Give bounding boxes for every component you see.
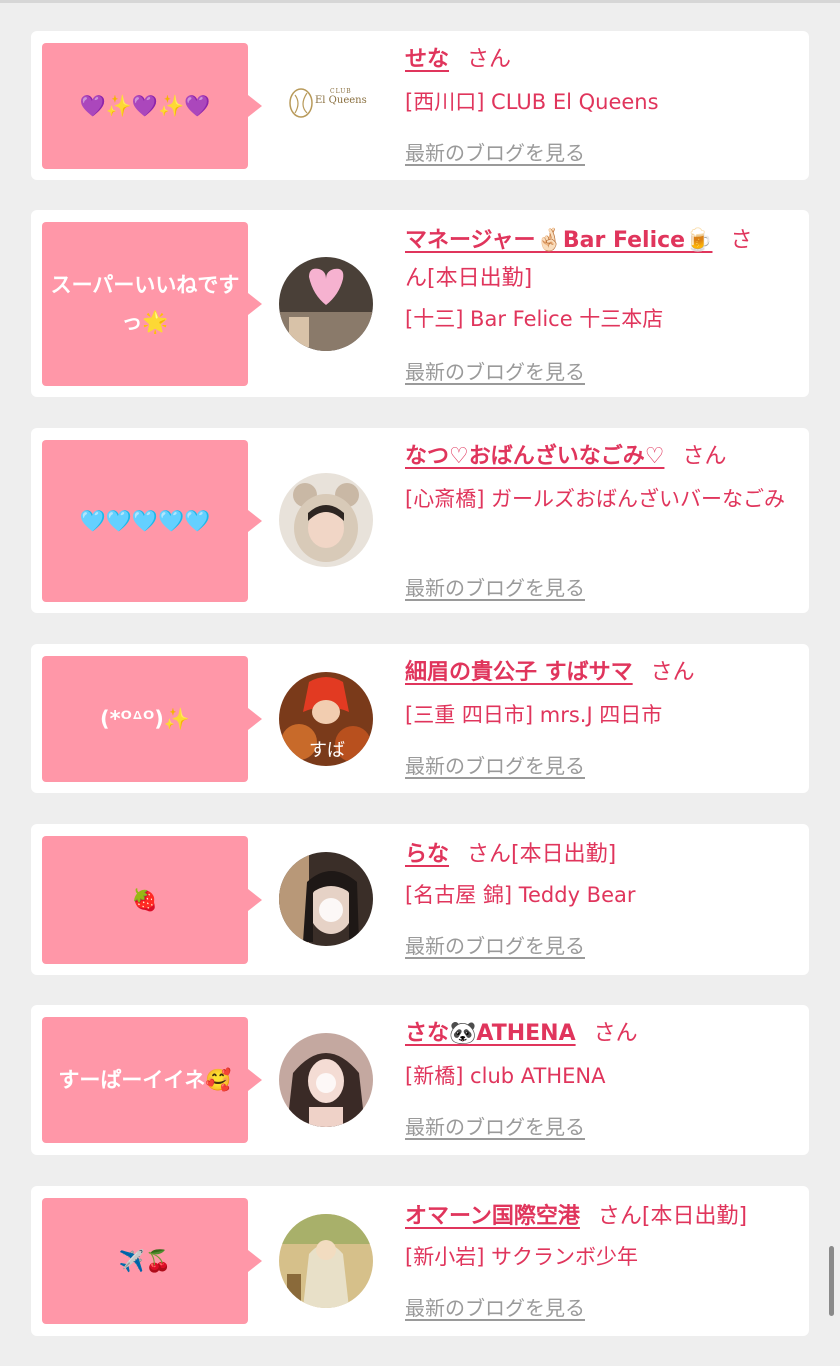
shop-name: [名古屋 錦] Teddy Bear bbox=[405, 883, 636, 907]
comment-text: (*ᴼᐞᴼ)✨ bbox=[100, 706, 190, 731]
logo-text-top: CLUB bbox=[330, 88, 352, 95]
name-line: なつ♡おばんざいなごみ♡ さん bbox=[405, 438, 793, 476]
latest-blog-link[interactable]: 最新のブログを見る bbox=[405, 572, 585, 601]
favorite-card: 🍓 らな さん[本日出勤] [名古屋 錦] Teddy Bear 最新のブログを見… bbox=[31, 824, 809, 975]
comment-bubble: ✈️🍒 bbox=[42, 1198, 262, 1324]
honorific: さん bbox=[593, 1021, 638, 1046]
favorite-card: (*ᴼᐞᴼ)✨ すば 細眉の貴公子 すばサマ さん [三重 四日市] mrs.J … bbox=[31, 644, 809, 793]
latest-blog-link[interactable]: 最新のブログを見る bbox=[405, 1292, 585, 1321]
cast-name-link[interactable]: 細眉の貴公子 すばサマ bbox=[405, 660, 633, 685]
cast-avatar[interactable] bbox=[279, 1214, 373, 1308]
shop-name: [新小岩] サクランボ少年 bbox=[405, 1245, 639, 1269]
favorite-card: 🩵🩵🩵🩵🩵 なつ♡おばんざいなごみ♡ さん [心斎橋] ガールズおばんざいバーなご… bbox=[31, 428, 809, 613]
cast-avatar[interactable]: すば bbox=[279, 672, 373, 766]
name-line: 細眉の貴公子 すばサマ さん bbox=[405, 654, 793, 692]
cast-info: マネージャー🤞🏻Bar Felice🍺 さ ん[本日出勤] [十三] Bar Fe… bbox=[405, 222, 793, 384]
top-divider bbox=[0, 0, 840, 3]
name-line: らな さん[本日出勤] bbox=[405, 836, 793, 874]
latest-blog-link[interactable]: 最新のブログを見る bbox=[405, 1111, 585, 1140]
shop-name: [西川口] CLUB El Queens bbox=[405, 90, 659, 114]
honorific: さ bbox=[730, 228, 753, 253]
latest-blog-link[interactable]: 最新のブログを見る bbox=[405, 356, 585, 385]
cast-name-link[interactable]: せな bbox=[405, 47, 449, 72]
cast-info: せな さん [西川口] CLUB El Queens 最新のブログを見る bbox=[405, 41, 793, 165]
scrollbar[interactable] bbox=[829, 1246, 834, 1316]
favorite-card: スーパーいいねですっ🌟 マネージャー🤞🏻Bar Felice🍺 さ ん[本日出勤]… bbox=[31, 210, 809, 397]
cast-avatar[interactable] bbox=[279, 257, 373, 351]
honorific: さん bbox=[597, 1204, 642, 1229]
status-text: [本日出勤] bbox=[511, 842, 617, 867]
comment-bubble: 💜✨💜✨💜 bbox=[42, 43, 262, 169]
svg-text:すば: すば bbox=[309, 740, 345, 761]
shop-logo[interactable]: CLUB El Queens bbox=[285, 83, 369, 123]
status-text: ん[本日出勤] bbox=[405, 266, 533, 291]
favorite-card: ✈️🍒 オマーン国際空港 さん[本日出勤] [新小岩] サクランボ少年 最新のブロ… bbox=[31, 1186, 809, 1336]
cast-avatar[interactable] bbox=[279, 852, 373, 946]
cast-info: 細眉の貴公子 すばサマ さん [三重 四日市] mrs.J 四日市 最新のブログを… bbox=[405, 654, 793, 778]
cast-name-link[interactable]: さな🐼ATHENA bbox=[405, 1021, 576, 1046]
comment-bubble: (*ᴼᐞᴼ)✨ bbox=[42, 656, 262, 782]
latest-blog-link[interactable]: 最新のブログを見る bbox=[405, 137, 585, 166]
comment-bubble: 🩵🩵🩵🩵🩵 bbox=[42, 440, 262, 602]
shop-name: [十三] Bar Felice 十三本店 bbox=[405, 307, 664, 331]
cast-name-link[interactable]: なつ♡おばんざいなごみ♡ bbox=[405, 444, 664, 469]
name-line: さな🐼ATHENA さん bbox=[405, 1015, 793, 1053]
comment-bubble: 🍓 bbox=[42, 836, 262, 964]
name-line: オマーン国際空港 さん[本日出勤] bbox=[405, 1198, 793, 1236]
comment-text: 🍓 bbox=[131, 887, 159, 912]
shop-name: [新橋] club ATHENA bbox=[405, 1064, 606, 1088]
cast-info: さな🐼ATHENA さん [新橋] club ATHENA 最新のブログを見る bbox=[405, 1015, 793, 1139]
comment-text: ✈️🍒 bbox=[118, 1248, 172, 1273]
comment-bubble: スーパーいいねですっ🌟 bbox=[42, 222, 262, 386]
comment-text: すーぱーイイネ🥰 bbox=[58, 1067, 232, 1092]
cast-info: らな さん[本日出勤] [名古屋 錦] Teddy Bear 最新のブログを見る bbox=[405, 836, 793, 958]
comment-text: スーパーいいねですっ🌟 bbox=[50, 273, 240, 334]
comment-bubble: すーぱーイイネ🥰 bbox=[42, 1017, 262, 1143]
favorite-card: 💜✨💜✨💜 CLUB El Queens せな さん [西川口] CLUB El … bbox=[31, 31, 809, 180]
honorific: さん bbox=[650, 660, 695, 685]
logo-text-main: El Queens bbox=[315, 95, 367, 106]
honorific: さん bbox=[467, 47, 512, 72]
cast-name-link[interactable]: マネージャー🤞🏻Bar Felice🍺 bbox=[405, 228, 712, 253]
cast-info: なつ♡おばんざいなごみ♡ さん [心斎橋] ガールズおばんざいバーなごみ 最新のブ… bbox=[405, 438, 793, 600]
cast-avatar[interactable] bbox=[279, 1033, 373, 1127]
latest-blog-link[interactable]: 最新のブログを見る bbox=[405, 930, 585, 959]
shop-name: [三重 四日市] mrs.J 四日市 bbox=[405, 703, 663, 727]
cast-info: オマーン国際空港 さん[本日出勤] [新小岩] サクランボ少年 最新のブログを見る bbox=[405, 1198, 793, 1320]
cast-avatar[interactable] bbox=[279, 473, 373, 567]
honorific: さん bbox=[682, 444, 727, 469]
status-text: [本日出勤] bbox=[641, 1204, 748, 1229]
name-line: マネージャー🤞🏻Bar Felice🍺 さ bbox=[405, 222, 793, 260]
latest-blog-link[interactable]: 最新のブログを見る bbox=[405, 750, 585, 779]
comment-text: 🩵🩵🩵🩵🩵 bbox=[79, 508, 211, 533]
cast-name-link[interactable]: オマーン国際空港 bbox=[405, 1204, 580, 1229]
favorite-card: すーぱーイイネ🥰 さな🐼ATHENA さん [新橋] club ATHENA 最新… bbox=[31, 1005, 809, 1155]
honorific: さん bbox=[467, 842, 512, 867]
name-line: せな さん bbox=[405, 41, 793, 79]
comment-text: 💜✨💜✨💜 bbox=[79, 93, 211, 118]
cast-name-link[interactable]: らな bbox=[405, 842, 449, 867]
shop-name: [心斎橋] ガールズおばんざいバーなごみ bbox=[405, 487, 786, 511]
